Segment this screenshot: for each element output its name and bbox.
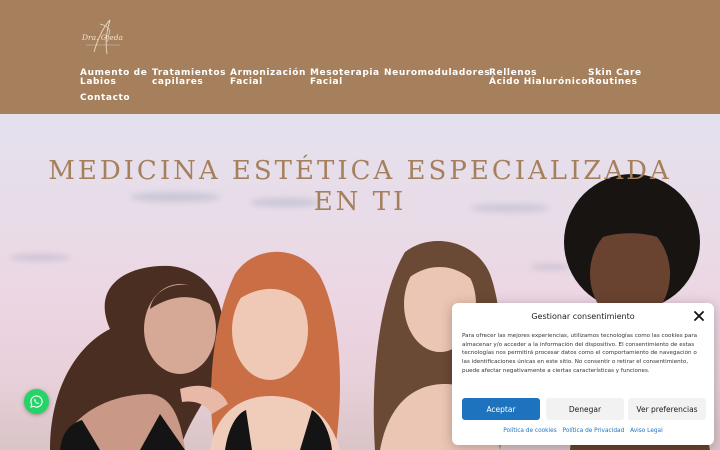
nav-label-line: Neuromoduladores (384, 68, 491, 78)
nav-label-line: Routines (588, 77, 638, 87)
legal-notice-link[interactable]: Aviso Legal (630, 428, 663, 434)
nav-item-aumento-de-labios[interactable]: Aumento de Labios (80, 69, 147, 87)
nav-item-mesoterapia-facial[interactable]: Mesoterapia Facial (310, 69, 380, 87)
nav-item-armonizacion-facial[interactable]: Armonización Facial (230, 69, 306, 87)
consent-links: Política de cookies Política de Privacid… (452, 428, 714, 434)
nav-item-neuromoduladores[interactable]: Neuromoduladores (384, 69, 490, 78)
hero-title-line-2: EN TI (313, 187, 407, 217)
nav-item-tratamientos-capilares[interactable]: Tratamientos capilares (152, 69, 226, 87)
privacy-policy-link[interactable]: Política de Privacidad (563, 428, 625, 434)
main-navigation: Aumento de Labios Tratamientos capilares… (80, 69, 680, 109)
consent-description: Para ofrecer las mejores experiencias, u… (462, 333, 698, 374)
site-logo[interactable]: Dra. Ojeda (80, 16, 126, 58)
close-icon (694, 311, 704, 321)
signature-logo-icon: Dra. Ojeda (81, 19, 123, 55)
hero-title: MEDICINA ESTÉTICA ESPECIALIZADA EN TI (0, 156, 720, 218)
consent-title: Gestionar consentimiento (531, 312, 635, 321)
nav-label-line: Contacto (80, 93, 131, 103)
cookie-policy-link[interactable]: Política de cookies (503, 428, 556, 434)
nav-label-line: Facial (230, 77, 263, 87)
preferences-button[interactable]: Ver preferencias (628, 398, 706, 420)
nav-label-line: Facial (310, 77, 343, 87)
nav-label-line: Labios (80, 77, 117, 87)
close-button[interactable] (693, 310, 705, 322)
nav-item-rellenos-acido-hialuronico[interactable]: Rellenos Ácido Hialurónico (489, 69, 588, 87)
whatsapp-button[interactable] (24, 389, 49, 414)
whatsapp-icon (30, 395, 43, 408)
cookie-consent-dialog: Gestionar consentimiento Para ofrecer la… (452, 303, 714, 445)
accept-button[interactable]: Aceptar (462, 398, 540, 420)
hero-title-line-1: MEDICINA ESTÉTICA ESPECIALIZADA (48, 156, 672, 186)
nav-label-line: capilares (152, 77, 204, 87)
nav-label-line: Ácido Hialurónico (489, 77, 589, 87)
deny-button[interactable]: Denegar (546, 398, 624, 420)
svg-text:Dra. Ojeda: Dra. Ojeda (81, 33, 123, 42)
nav-item-skin-care-routines[interactable]: Skin Care Routines (588, 69, 642, 87)
nav-item-contacto[interactable]: Contacto (80, 94, 130, 103)
site-header: Dra. Ojeda Aumento de Labios Tratamiento… (0, 0, 720, 114)
